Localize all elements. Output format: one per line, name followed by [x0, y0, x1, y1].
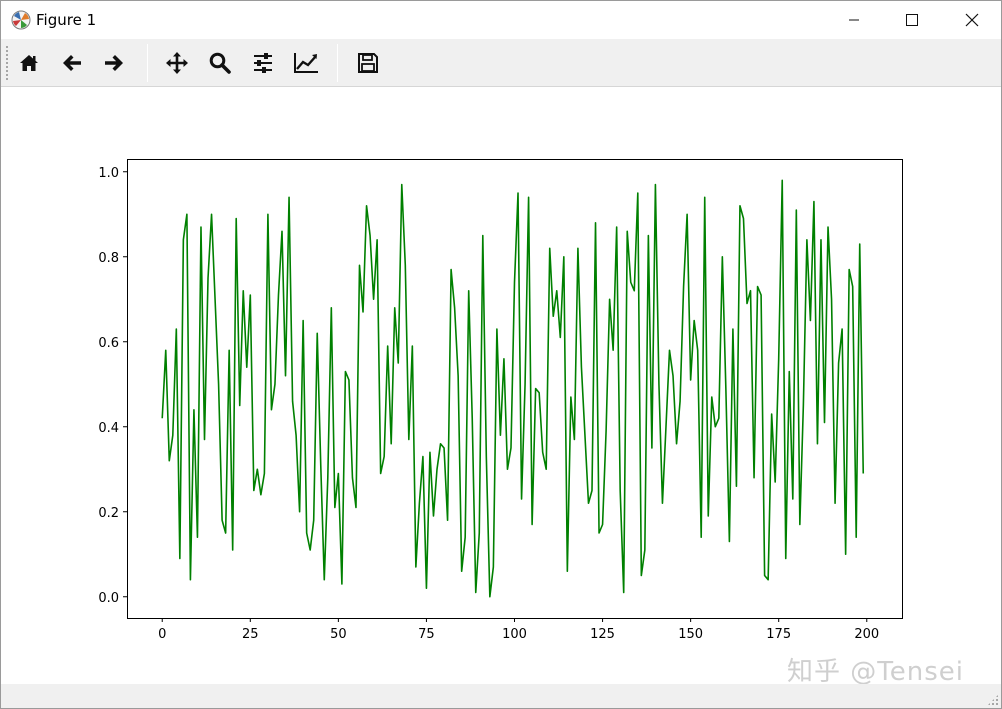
axes-line-chart-icon [294, 53, 318, 73]
zoom-button[interactable] [203, 47, 237, 79]
series-line [161, 179, 865, 598]
y-tick-label: 0.0 [98, 591, 119, 606]
maximize-button[interactable] [889, 1, 935, 39]
y-tick-label: 1.0 [98, 166, 119, 181]
figure-canvas[interactable]: 0 25 50 75 100 125 150 175 200 0.0 0.2 0.4 0.6 0.8 1.… [1, 87, 1001, 683]
x-tick-label: 175 [766, 627, 791, 642]
status-bar [1, 684, 1001, 708]
resize-grip[interactable] [987, 694, 999, 706]
forward-button[interactable] [97, 47, 131, 79]
y-tick-label: 0.4 [98, 421, 119, 436]
x-tick-label: 50 [330, 627, 347, 642]
watermark-text: 知乎 @Tensei [787, 657, 964, 687]
pan-button[interactable] [160, 47, 194, 79]
window-title: Figure 1 [36, 11, 97, 29]
back-arrow-icon [63, 55, 81, 71]
back-button[interactable] [55, 47, 89, 79]
x-tick-label: 100 [502, 627, 527, 642]
close-icon [965, 13, 979, 27]
toolbar-grip[interactable] [5, 45, 9, 81]
title-bar[interactable]: Figure 1 [1, 1, 1001, 39]
zoom-magnifier-icon [209, 52, 231, 74]
matplotlib-app-icon [11, 10, 31, 30]
y-tick-label: 0.8 [98, 251, 119, 266]
pan-move-icon [166, 52, 188, 74]
x-tick-label: 25 [242, 627, 259, 642]
y-tick-label: 0.2 [98, 506, 119, 521]
toolbar-separator [147, 44, 148, 82]
toolbar-separator [337, 44, 338, 82]
configure-subplots-button[interactable] [246, 47, 280, 79]
x-tick-label: 0 [158, 627, 166, 642]
x-tick-label: 200 [854, 627, 879, 642]
save-floppy-icon [358, 53, 378, 73]
edit-axis-button[interactable] [289, 47, 323, 79]
maximize-icon [906, 14, 918, 26]
plot-area [161, 179, 865, 598]
navigation-toolbar [1, 39, 1001, 87]
minimize-button[interactable] [831, 1, 877, 39]
x-tick-label: 125 [590, 627, 615, 642]
line-chart[interactable]: 0 25 50 75 100 125 150 175 200 0.0 0.2 0.4 0.6 0.8 1.… [1, 87, 1001, 683]
home-button[interactable] [12, 47, 46, 79]
save-button[interactable] [351, 47, 385, 79]
subplots-sliders-icon [254, 53, 272, 73]
y-tick-label: 0.6 [98, 336, 119, 351]
figure-window: Figure 1 0 25 50 75 100 125 150 175 200 … [0, 0, 1002, 709]
x-axis: 0 25 50 75 100 125 150 175 200 [158, 618, 879, 642]
home-icon [20, 55, 38, 71]
forward-arrow-icon [105, 55, 123, 71]
x-tick-label: 150 [678, 627, 703, 642]
y-axis: 0.0 0.2 0.4 0.6 0.8 1.0 [98, 166, 127, 606]
minimize-icon [849, 19, 859, 21]
close-button[interactable] [949, 1, 995, 39]
x-tick-label: 75 [418, 627, 435, 642]
